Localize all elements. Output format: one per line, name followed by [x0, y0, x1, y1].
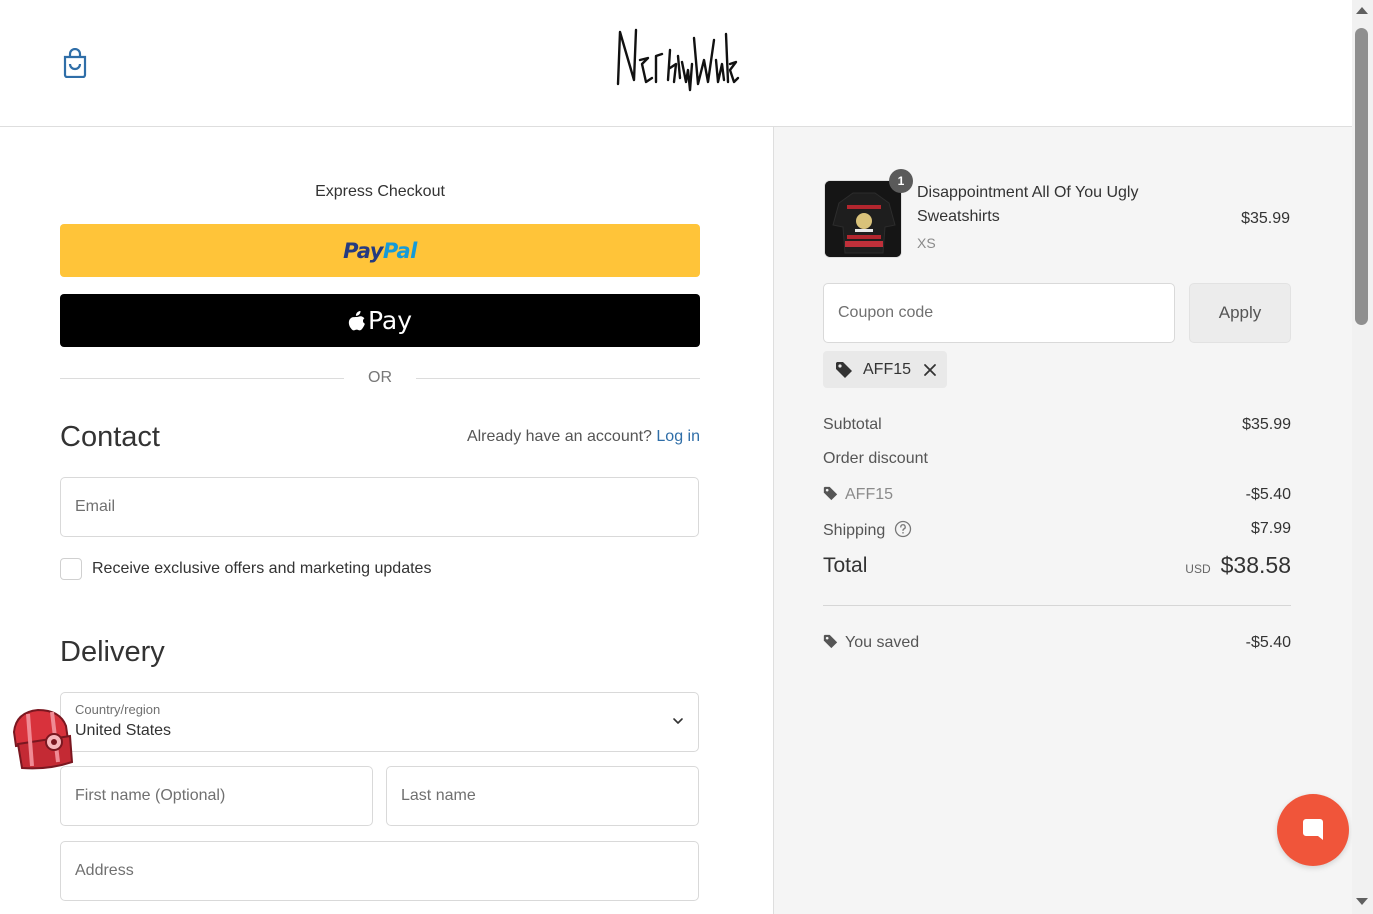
checkout-form-column: Express Checkout PayPal Pay OR Contact A… — [0, 127, 773, 914]
sweatshirt-image — [825, 181, 901, 257]
divider-line — [60, 378, 344, 379]
or-text: OR — [368, 369, 392, 386]
tag-icon — [823, 634, 838, 649]
order-discount-row: Order discount — [823, 450, 1291, 468]
rewards-chest-icon[interactable] — [8, 704, 78, 772]
subtotal-row: Subtotal $35.99 — [823, 416, 1291, 434]
apply-coupon-button[interactable]: Apply — [1189, 283, 1291, 343]
chat-icon — [1303, 819, 1323, 840]
total-label: Total — [823, 554, 868, 577]
marketing-label: Receive exclusive offers and marketing u… — [92, 560, 432, 577]
product-thumbnail — [824, 180, 902, 258]
quantity-badge: 1 — [889, 169, 913, 193]
apple-pay-label: Pay — [367, 306, 413, 335]
tag-icon — [823, 486, 838, 501]
shipping-value: $7.99 — [1250, 520, 1291, 537]
email-field[interactable] — [60, 477, 699, 537]
paypal-logo: PayPal — [343, 238, 417, 263]
total-row: Total USD $38.58 — [823, 552, 1291, 578]
applied-coupon-code: AFF15 — [863, 360, 912, 378]
order-discount-label: Order discount — [823, 450, 928, 467]
first-name-input[interactable] — [61, 767, 372, 825]
savings-row: You saved -$5.40 — [823, 634, 1291, 652]
login-link[interactable]: Log in — [656, 428, 700, 445]
last-name-field[interactable] — [386, 766, 699, 826]
discount-code-row: AFF15 -$5.40 — [823, 486, 1291, 504]
country-label: Country/region — [75, 702, 161, 717]
marketing-opt-in[interactable]: Receive exclusive offers and marketing u… — [60, 558, 431, 580]
order-summary-column: 1 Disappointment All Of You Ugly Sweatsh… — [773, 127, 1352, 914]
applied-coupon-chip: AFF15 — [823, 351, 947, 388]
apple-icon — [348, 310, 365, 330]
country-select[interactable]: Country/region United States — [60, 692, 699, 752]
last-name-input[interactable] — [387, 767, 698, 825]
discount-code: AFF15 — [845, 486, 894, 503]
total-value: $38.58 — [1220, 552, 1291, 578]
marketing-checkbox[interactable] — [60, 558, 82, 580]
chat-launcher-button[interactable] — [1277, 794, 1349, 866]
shipping-label: Shipping — [823, 522, 886, 539]
address-field[interactable] — [60, 841, 699, 901]
shipping-row: Shipping $7.99 — [823, 520, 1291, 540]
paypal-button[interactable]: PayPal — [60, 224, 700, 277]
contact-heading: Contact — [60, 421, 160, 453]
scroll-up-arrow[interactable] — [1356, 7, 1368, 14]
or-divider: OR — [60, 369, 700, 389]
subtotal-value: $35.99 — [1242, 416, 1291, 433]
subtotal-label: Subtotal — [823, 416, 882, 433]
address-input[interactable] — [61, 842, 698, 900]
discount-value: -$5.40 — [1245, 486, 1291, 503]
express-checkout-title: Express Checkout — [315, 183, 445, 200]
vertical-scrollbar[interactable] — [1352, 0, 1373, 914]
scroll-down-arrow[interactable] — [1356, 898, 1368, 905]
country-value: United States — [75, 722, 172, 739]
product-price: $35.99 — [1241, 210, 1290, 227]
currency-code: USD — [1185, 562, 1211, 576]
brand-logo[interactable] — [612, 20, 740, 100]
apple-pay-button[interactable]: Pay — [60, 294, 700, 347]
product-name: Disappointment All Of You Ugly Sweatshir… — [917, 184, 1139, 225]
close-icon[interactable] — [923, 363, 937, 377]
savings-value: -$5.40 — [1245, 634, 1291, 651]
first-name-field[interactable] — [60, 766, 373, 826]
tag-icon — [836, 361, 852, 378]
savings-label: You saved — [845, 634, 920, 651]
scrollbar-thumb[interactable] — [1355, 28, 1368, 325]
email-input[interactable] — [61, 478, 698, 536]
account-prompt: Already have an account? Log in — [466, 428, 700, 445]
summary-divider — [823, 605, 1291, 606]
coupon-input[interactable] — [824, 284, 1174, 342]
shopping-bag-icon[interactable] — [62, 48, 88, 78]
chevron-down-icon — [673, 718, 683, 724]
delivery-heading: Delivery — [60, 636, 165, 668]
divider-line — [416, 378, 700, 379]
coupon-field[interactable] — [823, 283, 1175, 343]
help-circle-icon[interactable] — [894, 520, 912, 538]
product-variant: XS — [917, 235, 936, 251]
site-header — [0, 0, 1352, 127]
